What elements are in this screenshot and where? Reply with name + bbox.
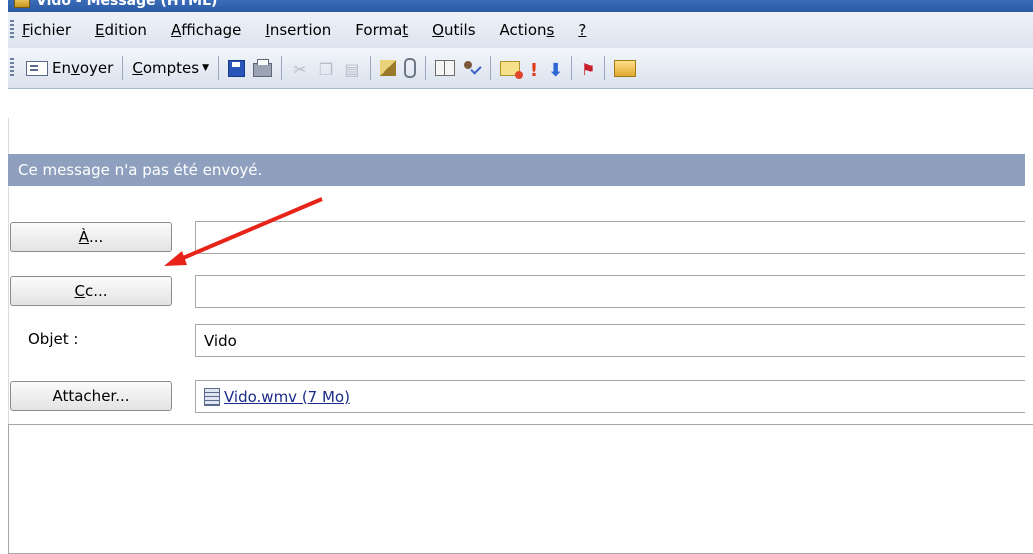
to-button[interactable]: À... bbox=[10, 222, 172, 252]
cc-button[interactable]: Cc... bbox=[10, 276, 172, 306]
attachment-link[interactable]: Vido.wmv (7 Mo) bbox=[224, 388, 350, 406]
attach-icon bbox=[403, 58, 416, 78]
send-button[interactable]: Envoyer bbox=[22, 54, 117, 82]
send-icon bbox=[26, 60, 48, 76]
edit-icon bbox=[379, 60, 396, 76]
low-importance-button[interactable]: ⬇ bbox=[544, 54, 566, 82]
toolbar-separator bbox=[217, 56, 219, 80]
toolbar-separator bbox=[369, 56, 371, 80]
menu-help[interactable]: ? bbox=[578, 21, 586, 39]
video-file-icon bbox=[204, 387, 220, 406]
subject-row: Objet : Vido bbox=[8, 321, 1025, 359]
follow-up-flag-button[interactable]: ⚑ bbox=[577, 54, 599, 82]
copy-button[interactable]: ❐ bbox=[313, 54, 339, 82]
folder-icon bbox=[613, 59, 636, 77]
accounts-dropdown[interactable]: Comptes ▼ bbox=[128, 54, 213, 82]
toolbar-separator bbox=[122, 56, 124, 80]
attach-button[interactable] bbox=[400, 54, 420, 82]
options-button[interactable] bbox=[610, 54, 640, 82]
flag-icon: ⚑ bbox=[580, 60, 596, 79]
title-bar: Vido - Message (HTML) bbox=[8, 0, 1033, 12]
info-bar: Ce message n'a pas été envoyé. bbox=[8, 154, 1025, 186]
high-importance-button[interactable]: ! bbox=[524, 54, 544, 82]
mail-options-icon bbox=[499, 60, 523, 79]
paste-button[interactable]: ▤ bbox=[339, 54, 365, 82]
menu-fichier[interactable]: Fichier bbox=[22, 21, 71, 39]
menu-format[interactable]: Format bbox=[355, 21, 408, 39]
address-book-icon bbox=[434, 60, 455, 76]
menu-actions[interactable]: Actions bbox=[500, 21, 555, 39]
toolbar-separator bbox=[280, 56, 282, 80]
paste-icon: ▤ bbox=[344, 60, 360, 79]
cut-button[interactable]: ✂ bbox=[287, 54, 313, 82]
message-app-icon bbox=[14, 0, 30, 8]
mail-options-button[interactable] bbox=[496, 54, 524, 82]
message-body-editor[interactable] bbox=[8, 424, 1033, 554]
accounts-label: Comptes bbox=[132, 59, 200, 77]
send-label: Envoyer bbox=[52, 59, 114, 77]
toolbar-separator bbox=[570, 56, 572, 80]
high-importance-icon: ! bbox=[529, 60, 539, 81]
toolbar-separator bbox=[489, 56, 491, 80]
print-icon bbox=[252, 59, 272, 77]
attachment-field[interactable]: Vido.wmv (7 Mo) bbox=[195, 380, 1025, 413]
low-importance-icon: ⬇ bbox=[547, 60, 564, 81]
window-title: Vido - Message (HTML) bbox=[36, 0, 218, 9]
info-bar-text: Ce message n'a pas été envoyé. bbox=[18, 161, 263, 179]
insert-file-button[interactable] bbox=[376, 54, 400, 82]
check-names-button[interactable] bbox=[459, 54, 485, 82]
menu-edition[interactable]: Edition bbox=[95, 21, 147, 39]
standard-toolbar: Envoyer Comptes ▼ ✂ ❐ ▤ ! ⬇ ⚑ bbox=[8, 48, 1033, 89]
toolbar-separator bbox=[603, 56, 605, 80]
save-button[interactable] bbox=[224, 54, 249, 82]
toolbar-separator bbox=[424, 56, 426, 80]
subject-field[interactable]: Vido bbox=[195, 324, 1025, 357]
address-book-button[interactable] bbox=[431, 54, 459, 82]
attach-files-button[interactable]: Attacher... bbox=[10, 381, 172, 411]
attach-row: Attacher... Vido.wmv (7 Mo) bbox=[8, 377, 1025, 415]
print-button[interactable] bbox=[249, 54, 276, 82]
chevron-down-icon: ▼ bbox=[202, 63, 209, 73]
copy-icon: ❐ bbox=[318, 60, 334, 79]
subject-label: Objet : bbox=[28, 330, 79, 348]
red-arrow-annotation bbox=[164, 197, 323, 266]
menu-insertion[interactable]: Insertion bbox=[265, 21, 331, 39]
toolbar-grip-handle[interactable] bbox=[10, 58, 14, 78]
menu-bar: Fichier Edition Affichage Insertion Form… bbox=[8, 12, 1033, 48]
cc-field[interactable] bbox=[195, 275, 1025, 308]
cc-row: Cc... bbox=[8, 272, 1025, 310]
menu-affichage[interactable]: Affichage bbox=[171, 21, 241, 39]
menu-grip-handle[interactable] bbox=[10, 20, 14, 40]
save-icon bbox=[227, 59, 245, 77]
menu-outils[interactable]: Outils bbox=[432, 21, 475, 39]
check-names-icon bbox=[463, 60, 481, 76]
cut-icon: ✂ bbox=[293, 60, 307, 79]
